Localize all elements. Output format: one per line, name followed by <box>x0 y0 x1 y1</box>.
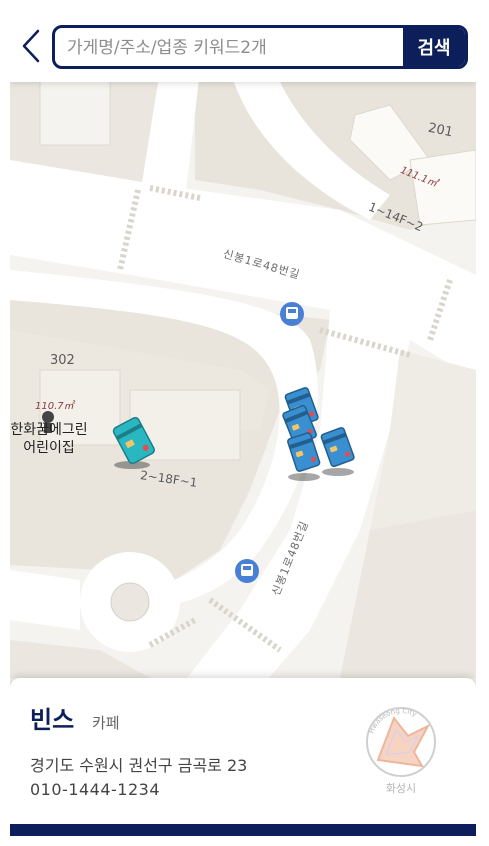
store-name: 빈스 <box>30 706 75 734</box>
store-info-card[interactable]: 빈스 카페 경기도 수원시 권선구 금곡로 23 010-1444-1234 H… <box>10 678 476 824</box>
search-input[interactable] <box>65 28 399 66</box>
store-category: 카페 <box>92 714 120 732</box>
area-label: 110.7㎡ <box>35 401 74 412</box>
back-button[interactable] <box>14 24 48 68</box>
poi-label-line: 어린이집 <box>23 440 75 456</box>
card-marker-icon[interactable] <box>110 413 156 475</box>
bus-stop-icon[interactable] <box>235 559 259 583</box>
search-bar: 검색 <box>10 10 476 82</box>
store-phone[interactable]: 010-1444-1234 <box>30 780 160 799</box>
search-box: 검색 <box>52 25 468 69</box>
search-button[interactable]: 검색 <box>403 28 465 66</box>
store-address: 경기도 수원시 권선구 금곡로 23 <box>30 756 248 775</box>
card-marker-icon[interactable] <box>316 422 360 482</box>
app-frame: 신봉1로48번길 신봉1로48번길 201 302 111.1㎡ 110.7㎡ … <box>10 10 476 836</box>
chevron-left-icon <box>22 29 40 63</box>
city-logo: Hwaseong City 화성시 <box>356 700 446 800</box>
bottom-bar <box>10 824 476 836</box>
poi-label-line: 한화꿈에그린 <box>10 422 88 438</box>
bus-stop-icon[interactable] <box>280 302 304 326</box>
building-number-label: 302 <box>50 353 75 368</box>
poi-label[interactable]: 한화꿈에그린 어린이집 <box>10 421 94 457</box>
hwaseong-logo-icon: Hwaseong City 화성시 <box>366 707 436 795</box>
logo-text: 화성시 <box>386 782 416 795</box>
